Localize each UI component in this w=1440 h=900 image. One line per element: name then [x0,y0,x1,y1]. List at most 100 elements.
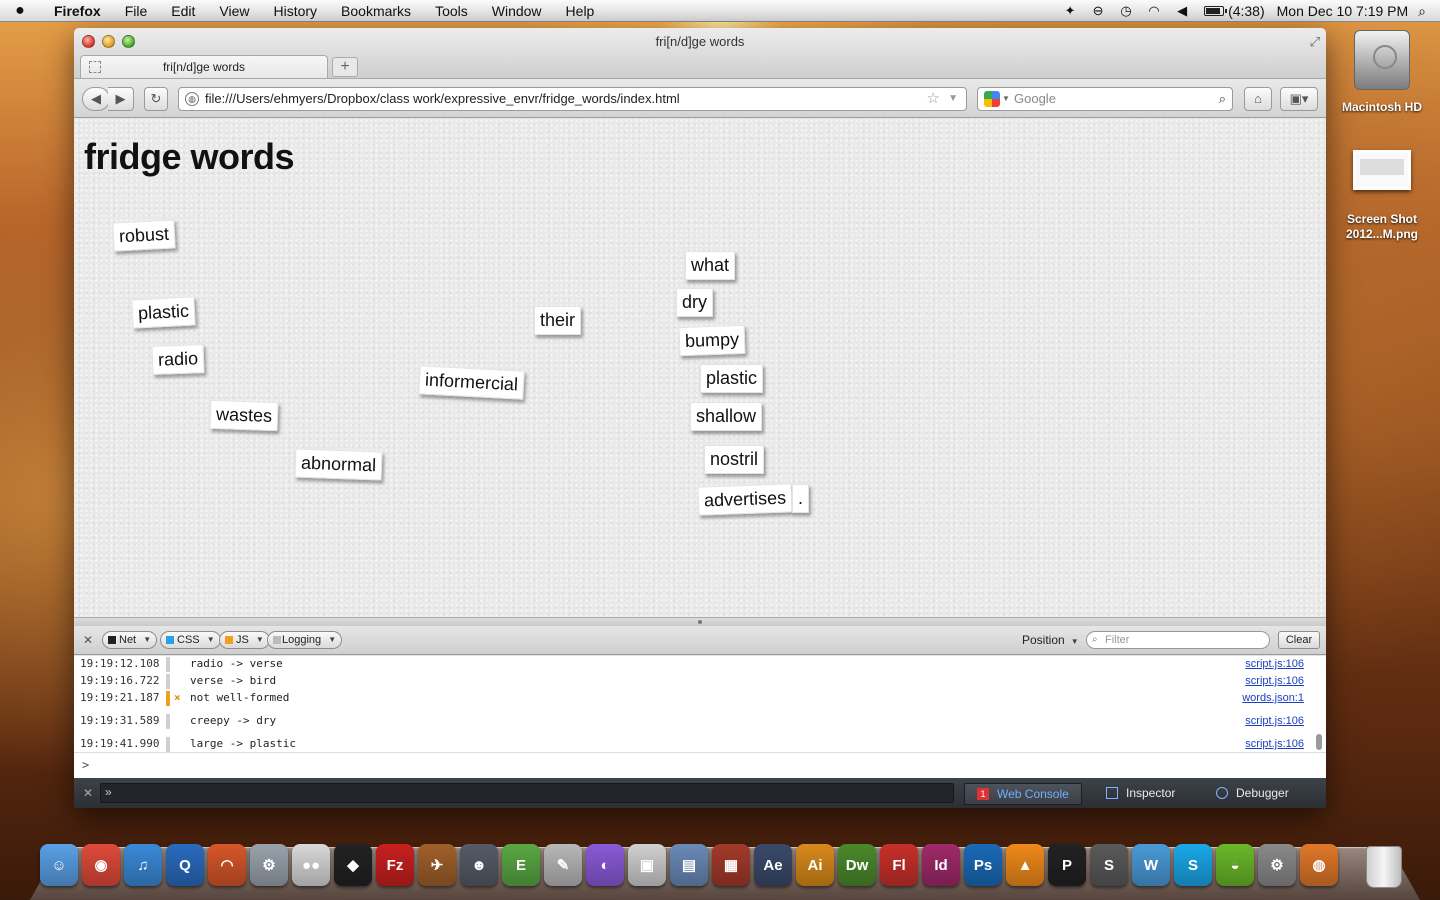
desktop-icon-screenshot[interactable]: Screen Shot 2012...M.png [1332,150,1432,242]
word-magnet[interactable]: informercial [418,365,525,400]
p-app-icon[interactable]: P [1048,844,1086,886]
back-button[interactable]: ◀ [82,87,110,111]
word-magnet[interactable]: advertises [697,483,793,516]
menu-tools[interactable]: Tools [423,3,480,19]
reload-button[interactable]: ↻ [144,87,168,111]
audacity-icon[interactable]: ◠ [208,844,246,886]
menu-file[interactable]: File [113,3,160,19]
preview-icon[interactable]: ▤ [670,844,708,886]
transmit-icon[interactable]: ✈ [418,844,456,886]
word-magnet[interactable]: plastic [131,296,196,329]
image-capture-icon[interactable]: ▣ [628,844,666,886]
new-tab-button[interactable]: + [332,57,358,77]
spotlight-icon[interactable]: ⌕ [1418,3,1426,20]
itunes-icon[interactable]: ♫ [124,844,162,886]
sublime-icon[interactable]: S [1090,844,1128,886]
after-effects-icon[interactable]: Ae [754,844,792,886]
growl-icon[interactable]: ◆ [334,844,372,886]
menu-help[interactable]: Help [554,3,607,19]
android-icon[interactable]: ◒ [1216,844,1254,886]
clear-button[interactable]: Clear [1278,631,1320,649]
gcli-command-input[interactable]: » [100,783,954,803]
word-magnet[interactable]: shallow [690,402,763,431]
fullscreen-icon[interactable]: ⤢ [1310,34,1320,50]
log-source-link[interactable]: words.json:1 [1242,690,1304,706]
filter-js-button[interactable]: JS ▼ [219,631,270,649]
firefox-icon[interactable]: ◍ [1300,844,1338,886]
console-close-icon[interactable]: ✕ [83,633,93,647]
search-engine-dropdown-icon[interactable]: ▼ [1002,88,1010,110]
menu-clock[interactable]: Mon Dec 10 7:19 PM [1277,3,1409,19]
automator-icon[interactable]: ⚙ [250,844,288,886]
word-magnet[interactable]: wastes [209,399,279,432]
wunderlist-icon[interactable]: W [1132,844,1170,886]
word-magnet[interactable]: their [534,306,582,335]
volume-icon[interactable]: ◀ [1172,3,1192,19]
forward-button[interactable]: ▶ [108,87,134,111]
console-scrollbar[interactable] [1316,734,1322,750]
menu-history[interactable]: History [261,3,329,19]
console-filter-input[interactable]: ⌕ Filter [1086,631,1270,649]
indesign-icon[interactable]: Id [922,844,960,886]
vlc-icon[interactable]: ▲ [1006,844,1044,886]
photoshop-icon[interactable]: Ps [964,844,1002,886]
log-source-link[interactable]: script.js:106 [1245,713,1304,729]
script-editor-icon[interactable]: ✎ [544,844,582,886]
devtools-close-icon[interactable]: ✕ [83,786,93,800]
filter-net-button[interactable]: Net ▼ [102,631,158,649]
home-button[interactable]: ⌂ [1244,87,1272,111]
log-source-link[interactable]: script.js:106 [1245,736,1304,752]
site-identity-icon[interactable]: ◍ [185,92,199,106]
sync-icon[interactable]: ⊖ [1088,3,1108,19]
console-input[interactable]: > [74,752,1326,778]
filezilla-icon[interactable]: Fz [376,844,414,886]
word-magnet[interactable]: nostril [704,445,765,474]
evernote-icon[interactable]: E [502,844,540,886]
pdf-icon[interactable]: ▦ [712,844,750,886]
battery-status[interactable]: (4:38) [1204,3,1265,19]
menu-view[interactable]: View [207,3,261,19]
desktop-icon-macintosh-hd[interactable]: Macintosh HD [1332,30,1432,114]
wifi-icon[interactable]: ◠ [1144,3,1164,19]
finder-icon[interactable]: ☺ [40,844,78,886]
word-magnet[interactable]: plastic [700,364,764,393]
search-icon[interactable]: ⌕ [1219,88,1226,110]
word-magnet[interactable]: radio [151,344,205,375]
menu-bookmarks[interactable]: Bookmarks [329,3,423,19]
github-icon[interactable]: ☻ [460,844,498,886]
cyberduck-eyes-icon[interactable]: ●● [292,844,330,886]
skype-icon[interactable]: S [1174,844,1212,886]
chrome-icon[interactable]: ◉ [82,844,120,886]
url-dropdown-icon[interactable]: ▼ [948,88,958,110]
tab-inspector[interactable]: Inspector [1094,783,1187,805]
search-bar[interactable]: ▼ Google ⌕ [977,87,1233,111]
url-bar[interactable]: ◍ file:///Users/ehmyers/Dropbox/class wo… [178,87,967,111]
trash-icon[interactable] [1366,846,1402,888]
apple-menu-icon[interactable]: ● [0,2,40,20]
system-prefs-icon[interactable]: ⚙ [1258,844,1296,886]
word-magnet[interactable]: . [792,484,810,513]
menu-window[interactable]: Window [480,3,554,19]
position-dropdown[interactable]: Position ▼ [1022,633,1079,647]
quicktime-icon[interactable]: Q [166,844,204,886]
word-magnet[interactable]: what [685,251,736,280]
bookmarks-button[interactable]: ▣▾ [1280,87,1318,111]
tab-debugger[interactable]: Debugger [1204,783,1301,805]
illustrator-icon[interactable]: Ai [796,844,834,886]
bookmark-star-icon[interactable]: ☆ [927,88,940,110]
flash-icon[interactable]: Fl [880,844,918,886]
dropbox-icon[interactable]: ✦ [1060,3,1080,19]
tab-web-console[interactable]: 1 Web Console [964,783,1082,805]
time-machine-icon[interactable]: ◷ [1116,3,1136,19]
google-engine-icon[interactable] [984,91,1000,107]
title-bar[interactable]: fri[n/d]ge words ⤢ fri[n/d]ge words + [74,28,1326,78]
menu-app-name[interactable]: Firefox [40,3,113,19]
filter-css-button[interactable]: CSS ▼ [160,631,221,649]
log-source-link[interactable]: script.js:106 [1245,656,1304,672]
word-magnet[interactable]: bumpy [678,324,746,357]
word-magnet[interactable]: robust [112,219,176,252]
browser-tab[interactable]: fri[n/d]ge words [80,55,328,78]
filter-logging-button[interactable]: Logging ▼ [267,631,343,649]
log-source-link[interactable]: script.js:106 [1245,673,1304,689]
word-magnet[interactable]: dry [676,288,714,317]
